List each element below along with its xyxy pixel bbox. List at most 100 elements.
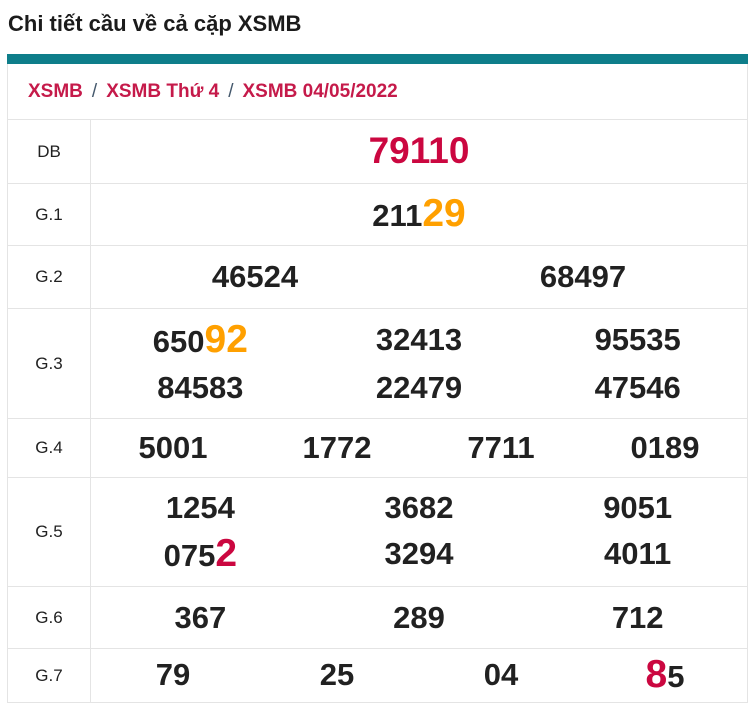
breadcrumb-link[interactable]: XSMB Thứ 4 xyxy=(106,81,219,103)
highlighted-digits: 29 xyxy=(422,191,466,235)
value-cell: 47546 xyxy=(528,365,747,411)
accent-bar xyxy=(7,54,748,64)
row-label: G.6 xyxy=(8,587,91,648)
row-label: G.7 xyxy=(8,649,91,702)
digits: 5001 xyxy=(138,430,208,465)
digits: 289 xyxy=(393,599,445,635)
table-row: G.3 65092 32413 95535 84583 22479 47546 xyxy=(8,309,747,419)
value-line: 79110 xyxy=(91,128,747,176)
value-line: 1254 3682 9051 xyxy=(91,485,747,531)
value-cell: 0189 xyxy=(583,425,747,471)
value-cell: 79110 xyxy=(91,128,747,176)
highlighted-digits: 79110 xyxy=(368,129,470,171)
row-label: G.5 xyxy=(8,478,91,586)
value-cell: 367 xyxy=(91,595,310,641)
digits: 32413 xyxy=(375,321,463,357)
value-line: 367 289 712 xyxy=(91,595,747,641)
breadcrumb-link[interactable]: XSMB 04/05/2022 xyxy=(242,81,397,103)
breadcrumb: XSMB / XSMB Thứ 4 / XSMB 04/05/2022 xyxy=(8,64,747,120)
digits: 25 xyxy=(319,656,355,692)
table-row: G.2 46524 68497 xyxy=(8,246,747,309)
value-cell: 5001 xyxy=(91,425,255,471)
value-cell: 712 xyxy=(528,595,747,641)
page-title: Chi tiết cầu về cả cặp XSMB xyxy=(8,11,302,36)
breadcrumb-separator: / xyxy=(228,80,234,102)
value-cell: 04 xyxy=(419,652,583,700)
table-row: G.4 5001 1772 7711 0189 xyxy=(8,419,747,478)
value-line: 21129 xyxy=(91,191,747,239)
row-label: DB xyxy=(8,120,91,183)
breadcrumb-link[interactable]: XSMB xyxy=(28,81,83,103)
digits: 650 xyxy=(152,323,205,359)
row-label: G.3 xyxy=(8,309,91,418)
row-values: 21129 xyxy=(91,184,747,245)
digits: 22479 xyxy=(375,369,463,405)
row-values: 79110 xyxy=(91,120,747,183)
value-cell: 1254 xyxy=(91,485,310,531)
row-label: G.2 xyxy=(8,246,91,308)
content-box: XSMB / XSMB Thứ 4 / XSMB 04/05/2022 DB 79110 G… xyxy=(7,64,748,703)
table-row: DB 79110 xyxy=(8,120,747,184)
row-values: 5001 1772 7711 0189 xyxy=(91,419,747,477)
value-cell: 84583 xyxy=(91,365,310,411)
row-label: G.1 xyxy=(8,184,91,245)
value-line: 65092 32413 95535 xyxy=(91,317,747,365)
value-line: 0752 3294 4011 xyxy=(91,531,747,579)
value-cell: 1772 xyxy=(255,425,419,471)
digits: 5 xyxy=(667,658,685,694)
digits: 712 xyxy=(611,599,664,635)
row-label: G.4 xyxy=(8,419,91,477)
digits: 95535 xyxy=(594,321,681,357)
row-values: 1254 3682 9051 0752 3294 4011 xyxy=(91,478,747,586)
value-cell: 289 xyxy=(310,595,529,641)
table-row: G.7 79 25 04 85 xyxy=(8,649,747,702)
value-cell: 22479 xyxy=(310,365,529,411)
value-line: 46524 68497 xyxy=(91,254,747,300)
digits: 68497 xyxy=(539,259,627,294)
value-cell: 46524 xyxy=(91,254,419,300)
value-cell: 32413 xyxy=(310,317,529,365)
value-cell: 95535 xyxy=(528,317,747,365)
digits: 3682 xyxy=(384,490,454,525)
table-row: G.6 367 289 712 xyxy=(8,587,747,649)
digits: 1772 xyxy=(302,430,372,465)
row-values: 65092 32413 95535 84583 22479 47546 xyxy=(91,309,747,418)
digits: 3294 xyxy=(384,536,454,571)
digits: 79 xyxy=(155,656,191,692)
row-values: 367 289 712 xyxy=(91,587,747,648)
digits: 0189 xyxy=(630,430,700,465)
digits: 4011 xyxy=(604,536,672,571)
value-cell: 68497 xyxy=(419,254,747,300)
digits: 1254 xyxy=(165,490,235,525)
digits: 47546 xyxy=(594,369,681,405)
value-cell: 9051 xyxy=(528,485,747,531)
value-cell: 65092 xyxy=(91,317,310,365)
value-line: 5001 1772 7711 0189 xyxy=(91,425,747,471)
value-cell: 79 xyxy=(91,652,255,700)
highlighted-digits: 8 xyxy=(645,652,668,696)
value-cell: 4011 xyxy=(528,531,747,579)
table-row: G.5 1254 3682 9051 0752 3294 4011 xyxy=(8,478,747,587)
value-cell: 85 xyxy=(583,652,747,700)
value-line: 84583 22479 47546 xyxy=(91,365,747,411)
value-cell: 3294 xyxy=(310,531,529,579)
digits: 84583 xyxy=(157,369,244,405)
breadcrumb-separator: / xyxy=(91,80,98,102)
digits: 46524 xyxy=(211,259,299,294)
digits: 04 xyxy=(483,656,519,692)
results-table: DB 79110 G.1 21129 G.2 46524 68497 G.3 65092 3241… xyxy=(8,120,747,702)
digits: 075 xyxy=(163,538,216,573)
digits: 367 xyxy=(174,599,227,635)
value-line: 79 25 04 85 xyxy=(91,652,747,700)
highlighted-digits: 92 xyxy=(204,317,248,361)
value-cell: 21129 xyxy=(91,191,747,239)
highlighted-digits: 2 xyxy=(215,532,238,575)
value-cell: 0752 xyxy=(91,531,310,579)
row-values: 79 25 04 85 xyxy=(91,649,747,702)
digits: 7711 xyxy=(467,430,535,465)
value-cell: 3682 xyxy=(310,485,529,531)
digits: 9051 xyxy=(603,490,673,525)
value-cell: 25 xyxy=(255,652,419,700)
value-cell: 7711 xyxy=(419,425,583,471)
digits: 211 xyxy=(372,197,423,233)
